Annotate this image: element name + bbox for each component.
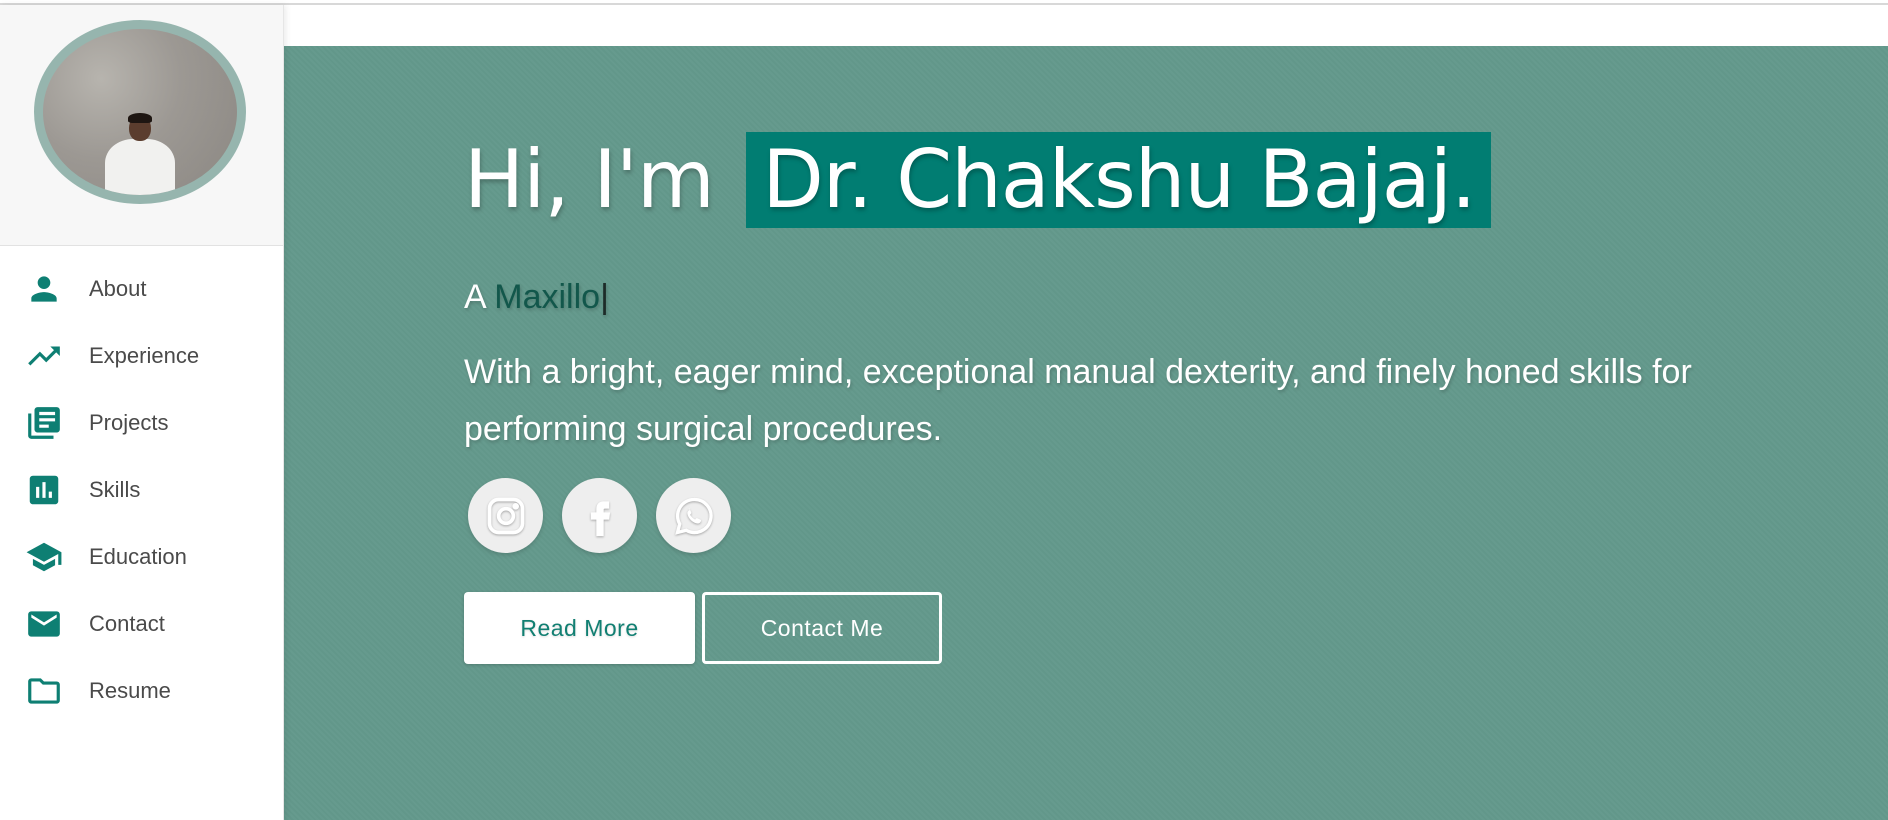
- sidebar: About Experience Projects Skills Educati…: [0, 5, 284, 820]
- sidebar-item-label: Experience: [89, 342, 200, 368]
- graduation-cap-icon: [24, 537, 64, 577]
- social-links: [468, 478, 750, 553]
- typed-prefix: A: [464, 278, 485, 316]
- typed-subtitle: A Maxillo|: [464, 278, 609, 317]
- sidebar-item-label: About: [89, 275, 147, 301]
- trending-up-icon: [24, 336, 64, 376]
- sidebar-item-label: Projects: [89, 409, 169, 435]
- bar-chart-icon: [24, 470, 64, 510]
- typed-word: Maxillo: [494, 278, 601, 316]
- hero-actions: Read More Contact Me: [464, 592, 942, 664]
- sidebar-item-skills[interactable]: Skills: [0, 456, 283, 523]
- sidebar-item-label: Education: [89, 543, 187, 569]
- person-icon: [24, 269, 64, 309]
- hero-name: Dr. Chakshu Bajaj.: [746, 132, 1492, 228]
- hero-title: Hi, I'm Dr. Chakshu Bajaj.: [464, 132, 1492, 228]
- folder-icon: [24, 671, 64, 711]
- instagram-icon: [487, 497, 524, 534]
- whatsapp-icon: [674, 497, 713, 535]
- sidebar-item-education[interactable]: Education: [0, 523, 283, 590]
- page: About Experience Projects Skills Educati…: [0, 0, 1888, 820]
- library-books-icon: [24, 403, 64, 443]
- sidebar-item-about[interactable]: About: [0, 255, 283, 322]
- typing-caret: |: [600, 278, 609, 316]
- hero-greeting: Hi, I'm: [464, 133, 715, 226]
- hero-description: With a bright, eager mind, exceptional m…: [464, 353, 1692, 448]
- facebook-icon: [590, 500, 610, 536]
- sidebar-item-label: Contact: [89, 610, 165, 636]
- sidebar-nav: About Experience Projects Skills Educati…: [0, 255, 283, 724]
- sidebar-item-resume[interactable]: Resume: [0, 657, 283, 724]
- avatar-section: [0, 5, 283, 246]
- mail-icon: [24, 604, 64, 644]
- read-more-button[interactable]: Read More: [464, 592, 695, 664]
- contact-me-button[interactable]: Contact Me: [702, 592, 942, 664]
- hero-section: Hi, I'm Dr. Chakshu Bajaj. A Maxillo| Wi…: [283, 46, 1888, 820]
- avatar: [34, 20, 246, 204]
- sidebar-item-projects[interactable]: Projects: [0, 389, 283, 456]
- instagram-button[interactable]: [468, 478, 543, 553]
- sidebar-item-label: Resume: [89, 677, 171, 703]
- facebook-button[interactable]: [562, 478, 637, 553]
- profile-photo: [43, 29, 237, 195]
- whatsapp-button[interactable]: [656, 478, 731, 553]
- sidebar-item-experience[interactable]: Experience: [0, 322, 283, 389]
- sidebar-item-label: Skills: [89, 476, 141, 502]
- sidebar-item-contact[interactable]: Contact: [0, 590, 283, 657]
